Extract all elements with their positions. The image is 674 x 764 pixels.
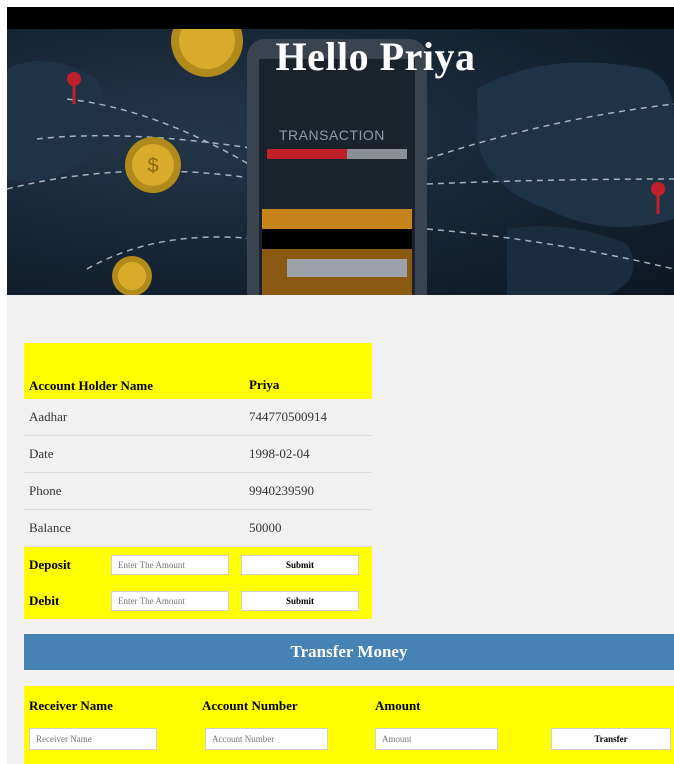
amount-label: Amount (375, 698, 421, 713)
receiver-name-label: Receiver Name (29, 698, 113, 713)
aadhar-row: Aadhar 744770500914 (24, 399, 372, 436)
top-bar (7, 7, 674, 29)
phone-row: Phone 9940239590 (24, 473, 372, 510)
account-holder-value: Priya (249, 377, 280, 392)
aadhar-label: Aadhar (29, 409, 68, 424)
account-holder-label: Account Holder Name (29, 378, 153, 393)
transfer-button[interactable]: Transfer (551, 728, 671, 750)
date-row: Date 1998-02-04 (24, 436, 372, 473)
hero-banner: $ TRANSACTION Hello Priya (7, 29, 674, 295)
svg-text:$: $ (147, 155, 158, 177)
phone-screen-text: TRANSACTION (279, 127, 385, 143)
aadhar-value: 744770500914 (249, 409, 327, 424)
greeting-title: Hello Priya (275, 34, 476, 79)
deposit-row: Deposit Submit (24, 547, 372, 583)
debit-amount-input[interactable] (111, 591, 229, 611)
deposit-amount-input[interactable] (111, 555, 229, 575)
transfer-form: Receiver Name Account Number Amount Tran… (24, 686, 674, 764)
deposit-label: Deposit (29, 557, 71, 572)
phone-label: Phone (29, 483, 62, 498)
debit-row: Debit Submit (24, 583, 372, 619)
deposit-submit-button[interactable]: Submit (241, 555, 359, 575)
phone-value: 9940239590 (249, 483, 314, 498)
transfer-money-header: Transfer Money (24, 634, 674, 670)
account-details-table: Account Holder Name Priya Aadhar 7447705… (24, 343, 372, 619)
account-number-label: Account Number (202, 698, 298, 713)
date-label: Date (29, 446, 54, 461)
debit-submit-button[interactable]: Submit (241, 591, 359, 611)
balance-row: Balance 50000 (24, 510, 372, 547)
receiver-name-input[interactable] (29, 728, 157, 750)
page: $ TRANSACTION Hello Priya Account Holder… (7, 7, 674, 764)
account-number-input[interactable] (205, 728, 328, 750)
balance-label: Balance (29, 520, 71, 535)
account-holder-row: Account Holder Name Priya (24, 343, 372, 399)
date-value: 1998-02-04 (249, 446, 310, 461)
debit-label: Debit (29, 593, 60, 608)
balance-value: 50000 (249, 520, 282, 535)
amount-input[interactable] (375, 728, 498, 750)
